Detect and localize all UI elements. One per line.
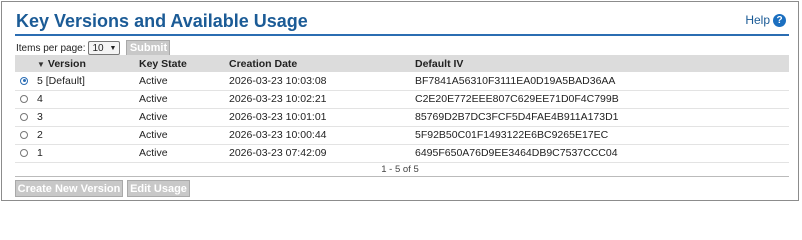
row-select-cell: [15, 72, 37, 90]
items-per-page-value: 10: [92, 42, 104, 54]
create-new-version-button[interactable]: Create New Version: [15, 180, 123, 197]
row-select-cell: [15, 108, 37, 126]
chevron-down-icon: ▼: [109, 44, 117, 52]
table-row[interactable]: 2 Active 2026-03-23 10:00:44 5F92B50C01F149…: [15, 126, 789, 144]
row-radio[interactable]: [20, 76, 28, 85]
table-row[interactable]: 3 Active 2026-03-23 10:01:01 85769D2B7DC3FC…: [15, 108, 789, 126]
key-state-cell: Active: [139, 74, 168, 87]
question-circle-icon: ?: [773, 13, 786, 27]
row-radio[interactable]: [20, 113, 28, 121]
row-select-cell: [15, 144, 37, 162]
default-iv-cell: 6495F650A76D9EE3464DB9C7537CCC04: [415, 147, 618, 159]
bottom-divider: [15, 176, 789, 177]
table-row[interactable]: 1 Active 2026-03-23 07:42:09 6495F650A76D9E…: [15, 144, 789, 162]
key-versions-table: ▼ Version Key State Creation Date Default…: [15, 55, 789, 163]
version-cell: 2: [37, 129, 43, 141]
version-cell: 1: [37, 147, 43, 159]
key-state-cell: Active: [139, 129, 168, 141]
items-per-page-label: Items per page:: [16, 42, 86, 54]
table-header-row: ▼ Version Key State Creation Date Default…: [15, 55, 789, 72]
help-link[interactable]: Help ?: [745, 13, 786, 27]
table-row[interactable]: 4 Active 2026-03-23 10:02:21 C2E20E772EEE80…: [15, 90, 789, 108]
items-per-page-control: Items per page: 10 ▼ Submit: [16, 40, 171, 56]
key-state-column-header[interactable]: Key State: [139, 55, 229, 72]
row-select-cell: [15, 90, 37, 108]
edit-usage-button[interactable]: Edit Usage: [127, 180, 190, 197]
version-cell: 5 [Default]: [37, 74, 85, 87]
action-bar: Create New Version Edit Usage: [15, 180, 190, 197]
default-iv-cell: 85769D2B7DC3FCF5D4FAE4B911A173D1: [415, 111, 619, 123]
row-radio[interactable]: [20, 95, 28, 103]
key-state-cell: Active: [139, 93, 168, 105]
default-iv-cell: 5F92B50C01F1493122E6BC9265E17EC: [415, 129, 609, 141]
creation-date-column-header[interactable]: Creation Date: [229, 55, 415, 72]
version-cell: 3: [37, 111, 43, 123]
default-iv-column-header[interactable]: Default IV: [415, 55, 789, 72]
row-select-cell: [15, 126, 37, 144]
key-state-cell: Active: [139, 147, 168, 159]
creation-date-cell: 2026-03-23 10:03:08: [229, 74, 327, 87]
select-column-header: [15, 55, 37, 72]
sort-descending-icon: ▼: [37, 59, 45, 69]
key-state-cell: Active: [139, 111, 168, 123]
table-row[interactable]: 5 [Default] Active 2026-03-23 10:03:08 BF78…: [15, 72, 789, 90]
submit-button[interactable]: Submit: [126, 40, 171, 56]
row-radio[interactable]: [20, 149, 28, 157]
version-column-header[interactable]: ▼ Version: [37, 55, 139, 72]
creation-date-cell: 2026-03-23 10:01:01: [229, 111, 327, 123]
pagination-summary: 1 - 5 of 5: [381, 164, 419, 175]
items-per-page-select[interactable]: 10 ▼: [88, 41, 121, 55]
key-versions-panel: Key Versions and Available Usage Help ? …: [1, 1, 799, 201]
row-radio[interactable]: [20, 131, 28, 139]
version-cell: 4: [37, 93, 43, 105]
creation-date-cell: 2026-03-23 10:00:44: [229, 129, 327, 141]
page-title: Key Versions and Available Usage: [16, 11, 308, 31]
default-iv-cell: C2E20E772EEE807C629EE71D0F4C799B: [415, 93, 619, 105]
help-label: Help: [745, 13, 770, 27]
creation-date-cell: 2026-03-23 10:02:21: [229, 93, 327, 105]
title-divider: [15, 34, 789, 36]
default-iv-cell: BF7841A56310F3111EA0D19A5BAD36AA: [415, 74, 616, 87]
creation-date-cell: 2026-03-23 07:42:09: [229, 147, 327, 159]
